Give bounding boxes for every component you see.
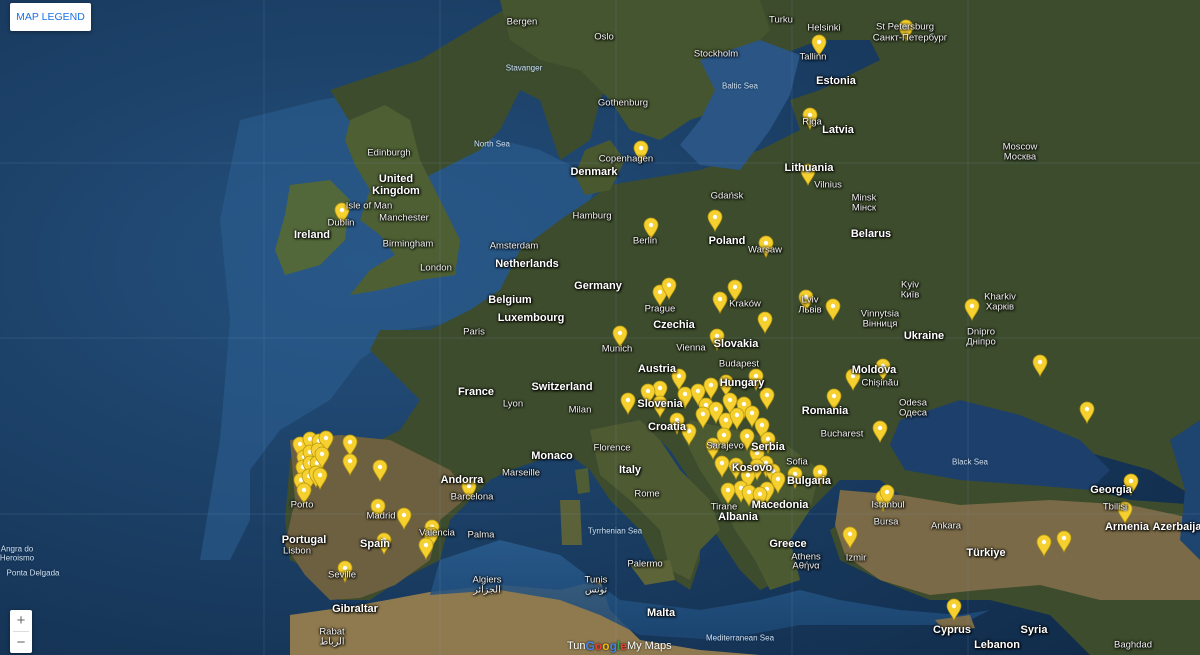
zoom-control: + − (10, 610, 32, 653)
zoom-in-button[interactable]: + (10, 610, 32, 631)
map-legend-button[interactable]: MAP LEGEND (10, 3, 91, 31)
google-logo: Google (585, 639, 627, 653)
attribution-prefix: Tun (567, 640, 586, 652)
map-attribution: Tun Google My Maps (567, 638, 672, 654)
land-sardinia (560, 500, 582, 545)
my-maps-label: My Maps (626, 640, 672, 652)
satellite-map[interactable] (0, 0, 1200, 655)
zoom-out-button[interactable]: − (10, 632, 32, 653)
